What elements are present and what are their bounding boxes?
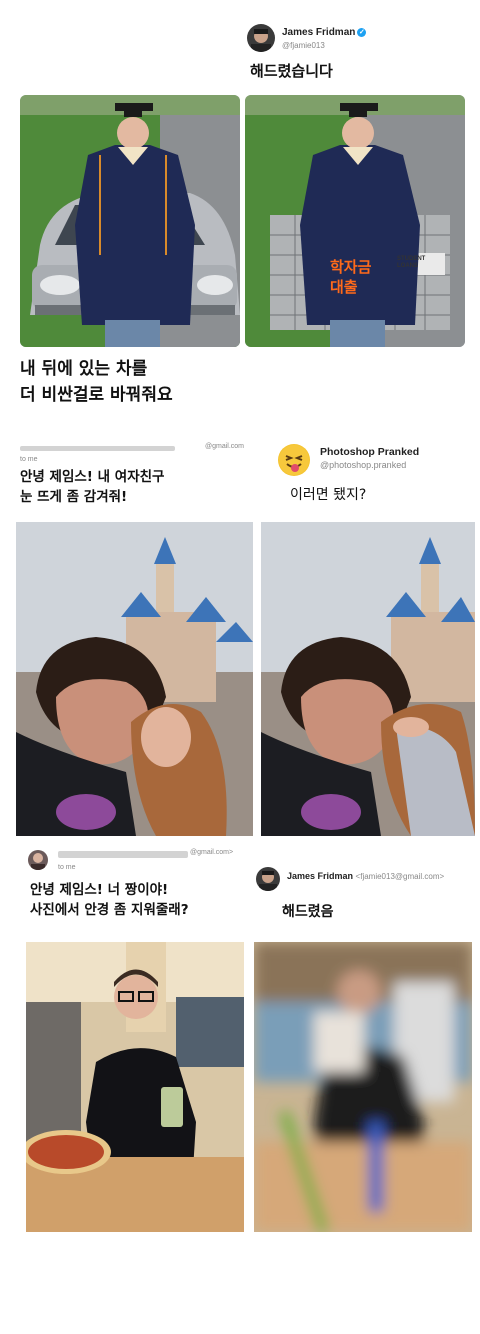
redacted-sender (20, 446, 175, 451)
author-avatar[interactable] (247, 24, 275, 52)
original-car-photo (20, 95, 240, 347)
edited-blurred-photo (254, 942, 472, 1232)
original-kiss-photo (16, 522, 253, 836)
to-me-label[interactable]: to me (20, 456, 38, 463)
redacted-sender (58, 851, 188, 858)
sender-avatar[interactable] (28, 850, 48, 870)
author-name[interactable]: James Fridman ✓ (282, 27, 367, 38)
sender-email-suffix: @gmail.com (205, 443, 245, 450)
responder-avatar[interactable] (256, 867, 280, 891)
responder-handle[interactable]: @photoshop.pranked (320, 460, 406, 470)
to-me-label[interactable]: to me (58, 864, 76, 871)
verified-icon: ✓ (357, 27, 367, 37)
edited-loans-photo (245, 95, 465, 347)
sender-email-suffix: @gmail.com> (190, 849, 234, 856)
original-glasses-photo (26, 942, 244, 1232)
student-loan-overlay-label: 학자금 대출 (330, 258, 372, 296)
request-text: 안녕 제임스! 너 짱이야! 사진에서 안경 좀 지워줄래? (30, 882, 189, 918)
responder-name[interactable]: James Fridman <fjamie013@gmail.com> (287, 871, 444, 881)
reply-text: 해드렸음 (282, 904, 334, 920)
request-text: 안녕 제임스! 내 여자친구 눈 뜨게 좀 감겨줘! (20, 469, 165, 505)
edited-kiss-photo (261, 522, 475, 836)
request-text: 내 뒤에 있는 차를 더 비싼걸로 바꿔줘요 (20, 359, 173, 405)
responder-name[interactable]: Photoshop Pranked (320, 446, 419, 458)
reply-text: 이러면 됐지? (290, 487, 367, 503)
student-loans-box-label: STUDENT LOANS (397, 256, 426, 269)
face-with-tongue-icon[interactable] (278, 444, 310, 476)
author-handle[interactable]: @fjamie013 (282, 41, 325, 50)
reply-text: 해드렸습니다 (250, 62, 333, 80)
